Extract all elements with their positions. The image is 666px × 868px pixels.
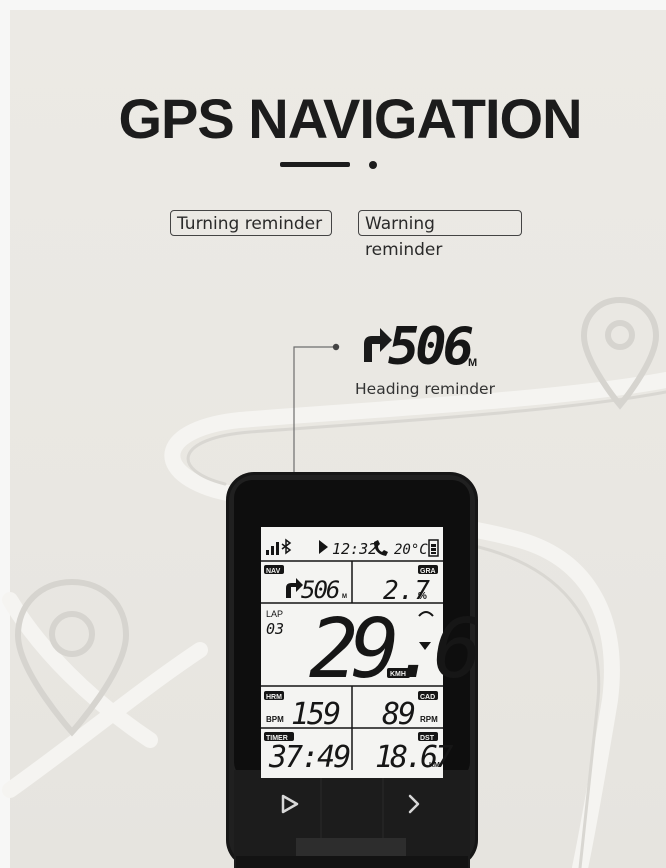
callout-distance-value: 506 [388,317,473,370]
hrm-tag: HRM [266,694,282,701]
cad-value: 89 [382,697,415,732]
nav-unit: M [342,594,347,600]
grade-tag: GRA [420,568,436,575]
heading-reminder-label: Heading reminder [355,380,495,398]
cad-unit: RPM [420,715,438,724]
callout-display: 506 M [364,317,477,370]
speed-unit: KMH [390,671,406,678]
nav-tag: NAV [266,568,281,575]
grade-unit: % [418,591,427,602]
hrm-value: 159 [291,697,340,732]
lap-value: 03 [266,620,284,638]
cad-tag: CAD [420,694,435,701]
bike-computer-device: 12:32 20°C NAV 506 M GRA 2.7 % LAP 03 29… [226,472,478,868]
nav-distance: 506 [301,576,340,604]
dst-unit: KM [429,762,440,769]
clock-time: 12:32 [332,540,377,558]
dst-value: 18.67 [375,740,453,775]
speed-value: 29.6 [309,602,478,697]
temperature: 20°C [394,542,428,558]
timer-value: 37:49 [268,740,350,775]
callout-distance-unit: M [468,357,477,369]
lap-label: LAP [266,609,283,619]
hrm-unit: BPM [266,715,284,724]
stage: GPS NAVIGATION Turning reminder Warning … [0,0,666,868]
